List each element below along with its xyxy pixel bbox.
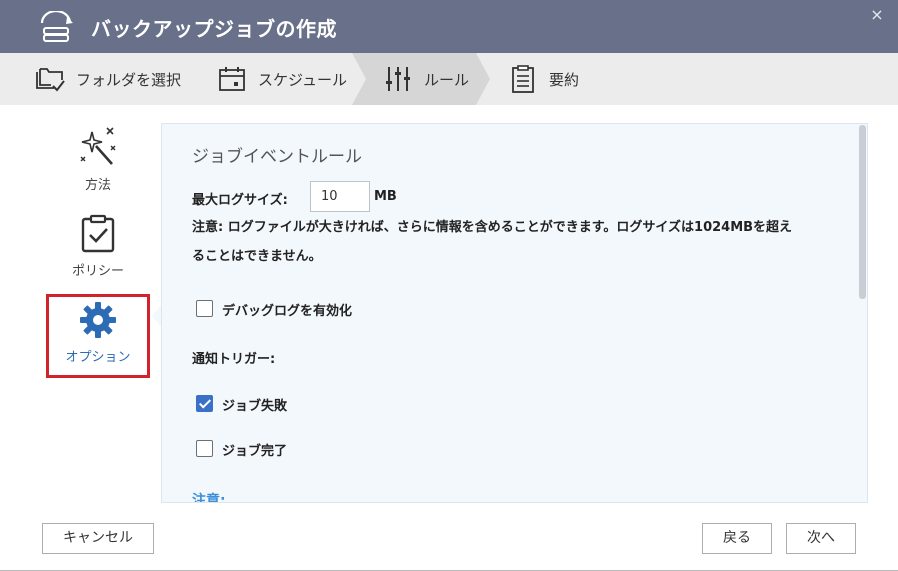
nav-item-method[interactable]: 方法 xyxy=(48,126,148,193)
magic-wand-icon xyxy=(80,127,116,165)
panel-scrollbar[interactable] xyxy=(859,125,866,299)
cancel-button[interactable]: キャンセル xyxy=(42,523,154,554)
options-highlight-box xyxy=(46,294,150,378)
step-schedule[interactable]: スケジュール xyxy=(216,53,347,105)
job-failed-label: ジョブ失敗 xyxy=(222,399,288,414)
job-complete-checkbox[interactable] xyxy=(196,440,213,457)
step-label: ルール xyxy=(424,70,470,89)
clipboard-check-icon xyxy=(81,214,115,253)
section-title: ジョブイベントルール xyxy=(192,147,362,167)
folder-check-icon xyxy=(36,68,65,92)
step-label: フォルダを選択 xyxy=(76,70,182,89)
step-label: スケジュール xyxy=(258,70,347,89)
job-failed-checkbox[interactable] xyxy=(196,395,213,412)
window-title: バックアップジョブの作成 xyxy=(91,17,337,41)
clipboard-list-icon xyxy=(512,65,534,93)
debug-log-label: デバッグログを有効化 xyxy=(222,304,353,319)
max-log-size-label: 最大ログサイズ: xyxy=(192,193,288,208)
sliders-icon xyxy=(386,67,410,91)
calendar-icon xyxy=(219,67,245,91)
nav-item-label: 方法 xyxy=(84,178,111,193)
log-size-note-line1: 注意: ログファイルが大きければ、さらに情報を含めることができます。ログサイズは… xyxy=(192,220,793,235)
notify-trigger-label: 通知トリガー: xyxy=(192,352,276,367)
bottom-note-heading: 注意: xyxy=(192,493,226,503)
nav-item-policy[interactable]: ポリシー xyxy=(48,214,148,279)
step-label: 要約 xyxy=(549,70,580,89)
job-complete-label: ジョブ完了 xyxy=(222,444,288,459)
close-icon[interactable]: × xyxy=(868,6,886,24)
rules-panel: ジョブイベントルール 最大ログサイズ: MB 注意: ログファイルが大きければ、… xyxy=(161,123,868,503)
step-select-folder[interactable]: フォルダを選択 xyxy=(34,53,181,105)
log-size-note-line2: ることはできません。 xyxy=(192,249,322,264)
backup-icon xyxy=(40,11,73,42)
max-log-size-input[interactable] xyxy=(310,181,370,212)
title-bar: バックアップジョブの作成 × xyxy=(0,0,898,53)
next-button[interactable]: 次へ xyxy=(786,523,856,554)
step-summary[interactable]: 要約 xyxy=(507,53,579,105)
back-button[interactable]: 戻る xyxy=(702,523,772,554)
max-log-size-unit: MB xyxy=(374,189,397,204)
nav-item-label: ポリシー xyxy=(71,264,124,279)
step-rules[interactable]: ルール xyxy=(382,53,469,105)
debug-log-checkbox[interactable] xyxy=(196,300,213,317)
